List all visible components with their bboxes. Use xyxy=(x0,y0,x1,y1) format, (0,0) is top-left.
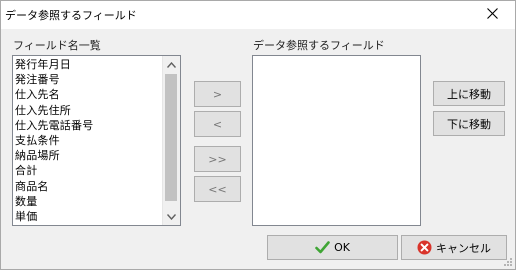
checkmark-icon xyxy=(315,240,330,255)
field-list-label: フィールド名一覧 xyxy=(13,39,101,52)
list-item[interactable]: 仕入先住所 xyxy=(14,103,162,118)
list-item[interactable]: 数量 xyxy=(14,194,162,209)
list-item[interactable]: 仕入先電話番号 xyxy=(14,118,162,133)
dialog-window: データ参照するフィールド フィールド名一覧 発行年月日 発注番号 仕入先名 仕入… xyxy=(0,0,516,270)
list-item[interactable]: 仕入先名 xyxy=(14,87,162,102)
title-bar: データ参照するフィールド xyxy=(1,1,515,29)
list-item[interactable]: 商品名 xyxy=(14,179,162,194)
list-item[interactable]: 発行年月日 xyxy=(14,57,162,72)
ok-button[interactable]: OK xyxy=(267,235,398,260)
chevron-up-icon xyxy=(166,58,177,71)
reference-field-list[interactable] xyxy=(252,55,421,226)
chevron-down-icon xyxy=(166,210,177,223)
move-up-button[interactable]: 上に移動 xyxy=(433,81,505,106)
cancel-button-label: キャンセル xyxy=(436,241,491,255)
scroll-up-button[interactable] xyxy=(163,56,180,73)
close-button[interactable] xyxy=(469,1,515,29)
list-item[interactable]: 支払条件 xyxy=(14,133,162,148)
scroll-down-button[interactable] xyxy=(163,208,180,225)
list-item[interactable]: 納品場所 xyxy=(14,148,162,163)
list-item[interactable]: 単価 xyxy=(14,209,162,224)
move-down-button[interactable]: 下に移動 xyxy=(433,111,505,136)
resize-grip-icon[interactable] xyxy=(503,257,513,267)
list-item[interactable]: 金額 xyxy=(14,224,162,225)
cancel-icon xyxy=(417,240,432,255)
field-name-list[interactable]: 発行年月日 発注番号 仕入先名 仕入先住所 仕入先電話番号 支払条件 納品場所 … xyxy=(12,55,181,226)
list-item[interactable]: 発注番号 xyxy=(14,72,162,87)
list-item[interactable]: 合計 xyxy=(14,163,162,178)
ok-button-label: OK xyxy=(334,241,350,254)
window-title: データ参照するフィールド xyxy=(5,9,137,22)
add-all-fields-button[interactable]: >> xyxy=(194,146,241,172)
cancel-button[interactable]: キャンセル xyxy=(401,235,507,260)
reference-field-label: データ参照するフィールド xyxy=(253,39,385,52)
scroll-thumb[interactable] xyxy=(165,74,177,201)
remove-field-button[interactable]: < xyxy=(194,111,241,137)
field-name-items: 発行年月日 発注番号 仕入先名 仕入先住所 仕入先電話番号 支払条件 納品場所 … xyxy=(14,57,162,225)
close-icon xyxy=(486,8,498,22)
add-field-button[interactable]: > xyxy=(194,81,241,107)
remove-all-fields-button[interactable]: << xyxy=(194,176,241,202)
vertical-scrollbar[interactable] xyxy=(162,56,180,225)
